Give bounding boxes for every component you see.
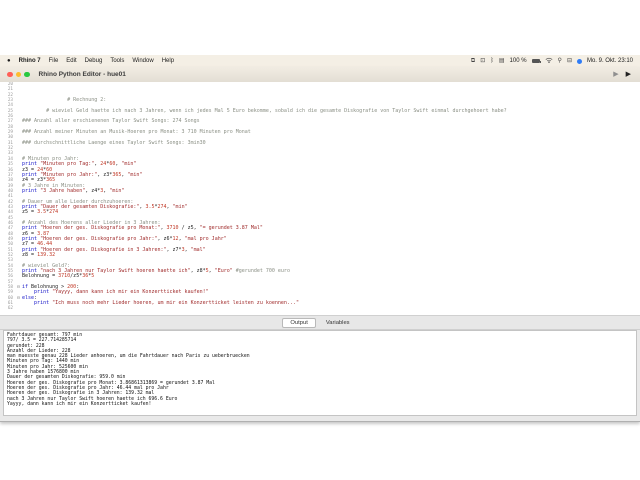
code-token: "min" — [121, 161, 137, 168]
panel-tabbar: Output Variables — [0, 315, 640, 330]
code-token: 139.32 — [37, 252, 56, 258]
rhino-python-editor-window: Rhino Python Editor - hue01 ▶ ▶ 20 21 22 23 … — [0, 67, 640, 422]
menu-item-tools[interactable]: Tools — [110, 58, 124, 64]
menu-item-debug[interactable]: Debug — [85, 58, 103, 64]
window-title: Rhino Python Editor - hue01 — [38, 71, 126, 78]
code-token: , z3* — [97, 171, 113, 178]
code-token: 3.5 — [145, 203, 155, 210]
code-token: /z5* — [70, 273, 83, 280]
code-token: "Ich muss noch mehr Lieder hoeren, um mi… — [52, 300, 299, 307]
battery-percentage[interactable]: 100 % — [510, 58, 527, 64]
window-titlebar[interactable]: Rhino Python Editor - hue01 ▶ ▶ — [0, 67, 640, 83]
code-line[interactable]: 62 — [0, 306, 640, 311]
code-token: "mal" — [190, 246, 206, 253]
code-token: "= gerundet 3.87 Mal" — [199, 225, 263, 232]
menu-item-file[interactable]: File — [49, 58, 59, 64]
code-token: , z6* — [157, 235, 173, 242]
code-token: "mal pro Jahr" — [184, 235, 227, 242]
code-token: , z7* — [166, 246, 182, 253]
code-token: z5 = — [22, 209, 38, 216]
tab-output[interactable]: Output — [282, 317, 316, 328]
tab-variables[interactable]: Variables — [318, 318, 358, 328]
code-token: "Hoeren der ges. Diskografie pro Jahr:" — [40, 235, 158, 242]
code-token: 274 — [49, 209, 59, 216]
code-token: z8 = — [22, 252, 38, 258]
code-token: # wieviel Geld haette ich nach 3 Jahren,… — [22, 107, 507, 114]
run-no-debug-button[interactable]: ▶ — [613, 71, 618, 78]
code-token: #gerundet 700 euro — [235, 268, 290, 275]
code-token: # Rechnung 2: — [22, 97, 107, 104]
code-token: "min" — [172, 203, 188, 210]
bluetooth-icon[interactable]: ᛒ — [490, 58, 494, 64]
code-token: ### durchschnittliche Laenge eines Taylo… — [22, 139, 206, 146]
battery-icon[interactable] — [531, 59, 541, 63]
control-center-icon[interactable]: ⊟ — [567, 58, 572, 64]
gutter-spacer — [15, 306, 22, 311]
code-token: "Hoeren der ges. Diskografie in 3 Jahren… — [40, 246, 167, 253]
menu-item-help[interactable]: Help — [162, 58, 174, 64]
app-grid-icon[interactable]: ⊡ — [480, 58, 485, 64]
code-token: / z5, — [178, 225, 200, 232]
code-token: 274 — [157, 203, 167, 210]
code-token: Belohnung = — [22, 273, 59, 280]
code-token: 3710 — [58, 273, 71, 280]
code-token: 3710 — [166, 225, 179, 232]
code-token: "Yayyy, dann kann ich mir ein Konzerttic… — [52, 289, 209, 296]
code-token: 5 — [91, 273, 95, 280]
code-token: 365 — [112, 171, 122, 178]
siri-icon[interactable] — [576, 58, 582, 64]
code-token: "Hoeren der ges. Diskografie pro Monat:" — [40, 225, 161, 232]
menu-clock[interactable]: Mo. 9. Okt. 23:10 — [587, 58, 633, 64]
run-buttons: ▶ ▶ — [613, 71, 640, 78]
traffic-lights — [0, 71, 30, 78]
code-token: , z4* — [85, 187, 101, 194]
menu-item-edit[interactable]: Edit — [66, 58, 76, 64]
run-debug-button[interactable]: ▶ — [626, 71, 631, 78]
menu-item-window[interactable]: Window — [132, 58, 153, 64]
code-token: , z8* — [190, 268, 206, 275]
wifi-icon[interactable] — [545, 57, 553, 65]
code-token: ### Anzahl meiner Minuten an Musik-Hoere… — [22, 129, 251, 136]
zoom-button[interactable] — [24, 71, 30, 78]
line-number: 62 — [7, 306, 13, 312]
code-token: print — [34, 300, 53, 307]
menu-items: ● Rhino 7 File Edit Debug Tools Window Help — [7, 58, 174, 64]
screen-mirroring-icon[interactable]: ⧉ — [471, 58, 475, 64]
code-token: "min" — [127, 171, 143, 178]
spotlight-icon[interactable]: ⚲ — [558, 58, 562, 64]
close-button[interactable] — [7, 71, 13, 78]
code-token: "min" — [109, 187, 125, 194]
apple-menu-icon[interactable]: ● — [7, 58, 11, 64]
code-token: 3.5 — [37, 209, 47, 216]
menu-bar: ● Rhino 7 File Edit Debug Tools Window Help ⧉ ⊡… — [0, 55, 640, 67]
display-icon[interactable]: ▤ — [499, 58, 505, 64]
status-items: ⧉ ⊡ ᛒ ▤ 100 % ⚲ ⊟ Mo. 9. Okt. 23:10 — [471, 57, 633, 65]
code-token: "3 Jahre haben" — [40, 187, 86, 194]
code-area[interactable]: 20 21 22 23 # Rechnung 2: 24 25 # wieviel Gel… — [0, 82, 640, 315]
code-token: ### Anzahl aller erschienenen Taylor Swi… — [22, 118, 200, 125]
menu-item-rhino-7[interactable]: Rhino 7 — [19, 58, 41, 64]
output-line: Yayyy, dann kann ich mir ein Konzerttick… — [7, 401, 152, 407]
code-token: print — [22, 187, 41, 194]
output-panel[interactable]: Fahrtdauer gesamt: 797 min 797/ 3.5 = 227… — [3, 330, 637, 416]
code-token: "Euro" — [214, 268, 233, 275]
minimize-button[interactable] — [15, 71, 21, 78]
